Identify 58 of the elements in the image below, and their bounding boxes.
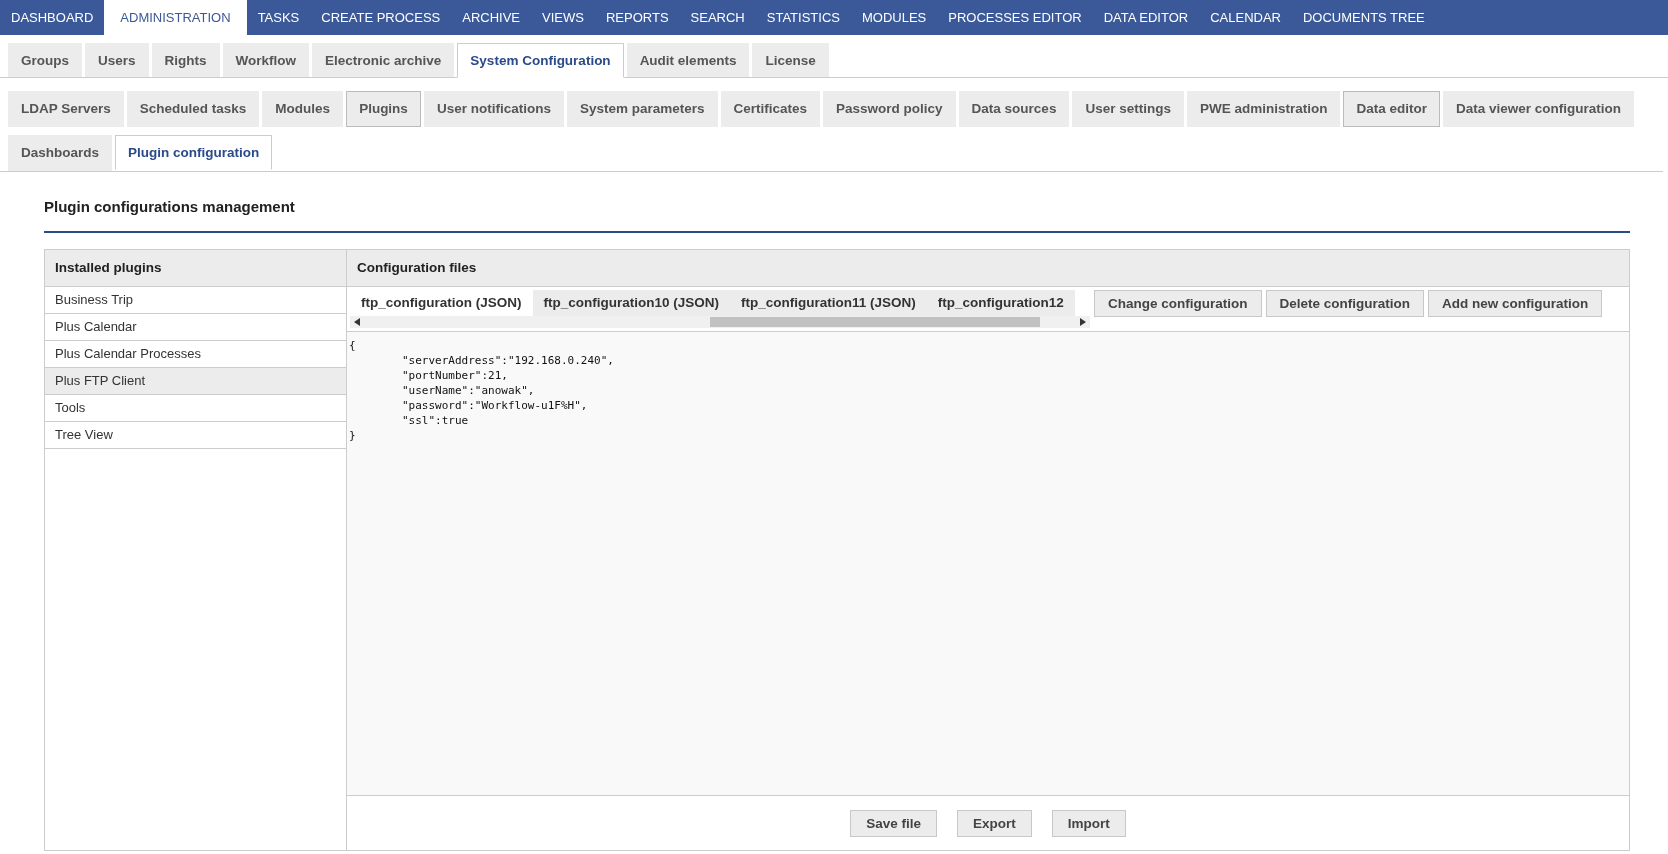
admin-tab[interactable]: Users [85, 43, 149, 77]
config-tab[interactable]: System parameters [566, 91, 718, 127]
nav-tab[interactable]: ARCHIVE [451, 0, 532, 35]
nav-tab[interactable]: CREATE PROCESS [310, 0, 452, 35]
file-tab[interactable]: ftp_configuration12 [926, 290, 1075, 316]
admin-tab[interactable]: Workflow [222, 43, 310, 77]
page-title: Plugin configurations management [44, 172, 1630, 233]
nav-tab[interactable]: DOCUMENTS TREE [1291, 0, 1436, 35]
action-button[interactable]: Change configuration [1094, 290, 1262, 317]
horizontal-scrollbar[interactable] [350, 316, 1090, 328]
footer-button[interactable]: Save file [850, 809, 937, 837]
config-tab[interactable]: Password policy [823, 91, 956, 127]
config-tab[interactable]: Plugins [346, 91, 421, 127]
config-tab[interactable]: LDAP Servers [8, 91, 124, 127]
action-button[interactable]: Delete configuration [1265, 290, 1424, 317]
config-tab[interactable]: User notifications [423, 91, 564, 127]
config-tab[interactable]: PWE administration [1186, 91, 1341, 127]
nav-tab[interactable]: CALENDAR [1199, 0, 1292, 35]
nav-tab[interactable]: MODULES [850, 0, 938, 35]
nav-tab[interactable]: STATISTICS [755, 0, 851, 35]
nav-tab[interactable]: TASKS [246, 0, 311, 35]
scroll-left-icon[interactable] [354, 318, 360, 326]
file-tab[interactable]: ftp_configuration11 (JSON) [730, 290, 927, 316]
config-tab[interactable]: Plugin configuration [115, 135, 273, 170]
config-tab[interactable]: Data sources [958, 91, 1070, 127]
config-tab[interactable]: Modules [262, 91, 344, 127]
config-tab[interactable]: Certificates [720, 91, 821, 127]
nav-tab[interactable]: ADMINISTRATION [104, 0, 247, 35]
admin-tab[interactable]: Groups [8, 43, 82, 77]
admin-tab[interactable]: License [752, 43, 829, 77]
footer-button[interactable]: Export [957, 809, 1032, 837]
nav-tab[interactable]: SEARCH [679, 0, 756, 35]
panel-header: Configuration files [347, 250, 1629, 287]
plugin-list-item[interactable]: Tree View [45, 422, 346, 449]
plugin-list-item[interactable]: Plus Calendar [45, 314, 346, 341]
config-tab[interactable]: User settings [1072, 91, 1184, 127]
admin-tab[interactable]: System Configuration [457, 43, 624, 78]
nav-tab[interactable]: DASHBOARD [0, 0, 105, 35]
plugin-list-item[interactable]: Tools [45, 395, 346, 422]
admin-tab[interactable]: Audit elements [626, 43, 750, 77]
footer-button[interactable]: Import [1051, 809, 1126, 837]
nav-tab[interactable]: PROCESSES EDITOR [937, 0, 1093, 35]
code-editor[interactable]: { "serverAddress":"192.168.0.240", "portNumber":21, "userName":"anowak", "password":"Workflow-u1F%H", "ssl":true } [347, 332, 1629, 796]
config-tab[interactable]: Data viewer configuration [1442, 91, 1634, 127]
file-tab[interactable]: ftp_configuration10 (JSON) [532, 290, 730, 316]
nav-tab[interactable]: DATA EDITOR [1092, 0, 1200, 35]
scroll-right-icon[interactable] [1080, 318, 1086, 326]
plugin-list-item[interactable]: Plus FTP Client [45, 368, 346, 395]
panel-header: Installed plugins [45, 250, 346, 287]
nav-tab[interactable]: REPORTS [594, 0, 680, 35]
config-tab[interactable]: Data editor [1343, 91, 1440, 127]
plugin-list-item[interactable]: Business Trip [45, 287, 346, 314]
config-tab[interactable]: Scheduled tasks [126, 91, 260, 127]
nav-tab[interactable]: VIEWS [531, 0, 595, 35]
config-tab[interactable]: Dashboards [8, 135, 113, 171]
admin-tab[interactable]: Electronic archive [312, 43, 455, 77]
admin-tab[interactable]: Rights [151, 43, 220, 77]
action-button[interactable]: Add new configuration [1428, 290, 1603, 317]
